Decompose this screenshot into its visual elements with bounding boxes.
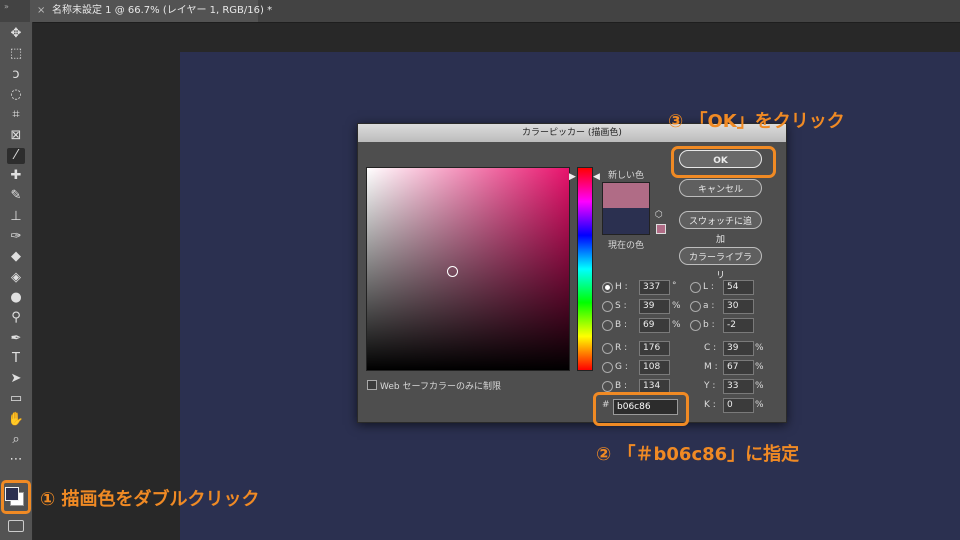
close-tab-icon[interactable]: ×	[37, 0, 45, 22]
k-label: K :	[704, 400, 716, 410]
s-label: S :	[615, 301, 627, 311]
color-picker-dialog: カラーピッカー (描画色) ▶ ◀ 新しい色 現在の色 ⬡ OK キャンセル ス…	[357, 123, 787, 426]
marquee-tool-icon[interactable]: ⬚	[7, 46, 25, 62]
radio-s[interactable]	[602, 301, 613, 312]
radio-a[interactable]	[690, 301, 701, 312]
add-to-swatches-button[interactable]: スウォッチに追加	[679, 211, 762, 245]
path-select-icon[interactable]: ➤	[7, 371, 25, 387]
lasso-tool-icon[interactable]: ↄ	[7, 67, 25, 83]
websafe-checkbox[interactable]	[367, 380, 377, 390]
g-field[interactable]: 108	[639, 360, 670, 375]
quick-mask-icon[interactable]	[8, 520, 24, 532]
h-field[interactable]: 337	[639, 280, 670, 295]
tools-panel: ✥ ⬚ ↄ ◌ ⌗ ⊠ ⁄ ✚ ✎ ⊥ ✑ ◆ ◈ ● ⚲ ✒ T ➤ ▭ ✋ ⌕ ⋯	[0, 22, 33, 540]
radio-lab-b[interactable]	[690, 320, 701, 331]
quick-select-tool-icon[interactable]: ◌	[7, 87, 25, 103]
zoom-tool-icon[interactable]: ⌕	[7, 432, 25, 448]
rectangle-tool-icon[interactable]: ▭	[7, 391, 25, 407]
current-color-label: 現在の色	[608, 241, 645, 251]
new-color-preview	[602, 182, 650, 209]
eraser-tool-icon[interactable]: ◆	[7, 249, 25, 265]
healing-brush-icon[interactable]: ✚	[7, 168, 25, 184]
radio-l[interactable]	[690, 282, 701, 293]
stamp-tool-icon[interactable]: ⊥	[7, 209, 25, 225]
radio-h[interactable]	[602, 282, 613, 293]
brush-tool-icon[interactable]: ✎	[7, 188, 25, 204]
panel-collapse-icon[interactable]: »	[4, 2, 9, 11]
dodge-tool-icon[interactable]: ⚲	[7, 310, 25, 326]
y-unit: %	[755, 381, 764, 391]
k-unit: %	[755, 400, 764, 410]
h-unit: °	[672, 281, 677, 291]
frame-tool-icon[interactable]: ⊠	[7, 128, 25, 144]
saturation-brightness-field[interactable]	[366, 167, 570, 371]
hex-field[interactable]: b06c86	[613, 399, 678, 415]
y-label: Y :	[704, 381, 716, 391]
color-cursor[interactable]	[447, 266, 458, 277]
radio-blue[interactable]	[602, 381, 613, 392]
gamut-cube-icon[interactable]: ⬡	[655, 210, 663, 220]
c-label: C :	[704, 343, 717, 353]
lab-b-label: b :	[703, 320, 715, 330]
b-label: B :	[615, 320, 628, 330]
annotation-step2: ② 「＃b06c86」に指定	[596, 444, 800, 465]
l-field[interactable]: 54	[723, 280, 754, 295]
a-field[interactable]: 30	[723, 299, 754, 314]
more-tools-icon[interactable]: ⋯	[7, 452, 25, 468]
move-tool-icon[interactable]: ✥	[7, 26, 25, 42]
eyedropper-tool-icon[interactable]: ⁄	[7, 147, 25, 164]
b-unit: %	[672, 320, 681, 330]
g-label: G :	[615, 362, 628, 372]
radio-r[interactable]	[602, 343, 613, 354]
lab-b-field[interactable]: -2	[723, 318, 754, 333]
annotation-step1: ① 描画色をダブルクリック	[40, 489, 260, 510]
hue-slider[interactable]	[577, 167, 593, 371]
color-libraries-button[interactable]: カラーライブラリ	[679, 247, 762, 281]
history-brush-icon[interactable]: ✑	[7, 229, 25, 245]
cancel-button[interactable]: キャンセル	[679, 179, 762, 197]
current-color-preview[interactable]	[602, 208, 650, 235]
paint-bucket-icon[interactable]: ◈	[7, 270, 25, 286]
hex-hash-label: #	[602, 400, 610, 410]
h-label: H :	[615, 282, 628, 292]
new-color-label: 新しい色	[608, 171, 645, 181]
s-field[interactable]: 39	[639, 299, 670, 314]
b-field[interactable]: 69	[639, 318, 670, 333]
type-tool-icon[interactable]: T	[7, 351, 25, 367]
document-tab-title: 名称未設定 1 @ 66.7% (レイヤー 1, RGB/16) *	[52, 5, 273, 16]
c-field[interactable]: 39	[723, 341, 754, 356]
c-unit: %	[755, 343, 764, 353]
hue-arrow-left-icon[interactable]: ▶	[569, 172, 576, 182]
blur-tool-icon[interactable]: ●	[7, 290, 25, 306]
websafe-label: Web セーフカラーのみに制限	[380, 382, 501, 392]
radio-b[interactable]	[602, 320, 613, 331]
document-tab-bar: » × 名称未設定 1 @ 66.7% (レイヤー 1, RGB/16) *	[0, 0, 960, 23]
l-label: L :	[703, 282, 714, 292]
foreground-color-swatch[interactable]	[5, 487, 19, 501]
m-label: M :	[704, 362, 718, 372]
hue-arrow-right-icon[interactable]: ◀	[593, 172, 600, 182]
ok-button[interactable]: OK	[679, 150, 762, 168]
m-unit: %	[755, 362, 764, 372]
annotation-step3: ③ 「OK」をクリック	[668, 111, 845, 132]
document-tab[interactable]: × 名称未設定 1 @ 66.7% (レイヤー 1, RGB/16) *	[30, 0, 272, 22]
y-field[interactable]: 33	[723, 379, 754, 394]
r-field[interactable]: 176	[639, 341, 670, 356]
m-field[interactable]: 67	[723, 360, 754, 375]
s-unit: %	[672, 301, 681, 311]
pen-tool-icon[interactable]: ✒	[7, 331, 25, 347]
k-field[interactable]: 0	[723, 398, 754, 413]
blue-label: B :	[615, 381, 628, 391]
crop-tool-icon[interactable]: ⌗	[7, 107, 25, 123]
radio-g[interactable]	[602, 362, 613, 373]
a-label: a :	[703, 301, 715, 311]
websafe-swatch[interactable]	[656, 224, 666, 234]
r-label: R :	[615, 343, 628, 353]
hand-tool-icon[interactable]: ✋	[7, 412, 25, 428]
